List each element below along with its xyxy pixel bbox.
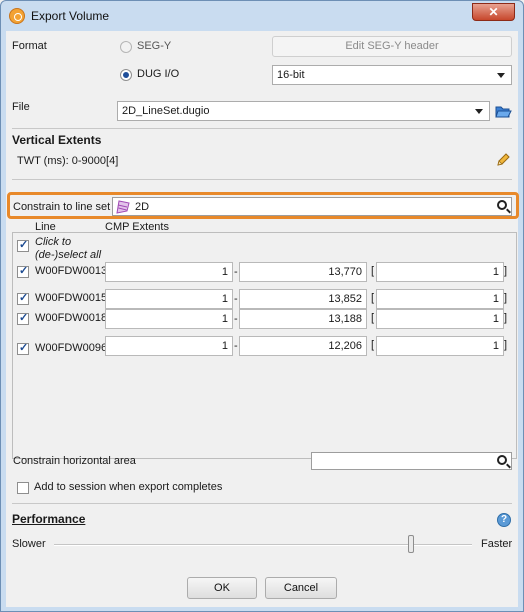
range-dash: - — [234, 340, 238, 352]
format-label: Format — [12, 40, 47, 52]
line-name: W00FDW0096 — [35, 342, 108, 354]
bit-depth-select[interactable]: 16-bit — [272, 65, 512, 85]
close-button[interactable]: ✕ — [472, 3, 515, 21]
horizontal-area-input[interactable] — [311, 452, 512, 470]
cmp-step-input[interactable]: 1 — [376, 289, 504, 309]
line-checkbox[interactable] — [17, 264, 29, 278]
export-volume-window: Export Volume ✕ Format SEG-Y Edit SEG-Y … — [0, 0, 524, 612]
cmp-to-input[interactable]: 13,770 — [239, 262, 367, 282]
step-close-bracket: ] — [504, 312, 508, 324]
pencil-icon[interactable] — [495, 152, 511, 168]
separator — [12, 128, 512, 129]
dialog-body: Format SEG-Y Edit SEG-Y header DUG I/O 1… — [6, 31, 519, 607]
col-header-line: Line — [35, 221, 56, 233]
select-all-checkbox[interactable] — [17, 238, 29, 252]
cmp-to-input[interactable]: 12,206 — [239, 336, 367, 356]
cmp-step-input[interactable]: 1 — [376, 262, 504, 282]
title-bar[interactable]: Export Volume ✕ — [1, 1, 523, 31]
folder-open-icon[interactable] — [494, 102, 512, 120]
line-checkbox[interactable] — [17, 311, 29, 325]
range-dash: - — [234, 293, 238, 305]
separator — [12, 179, 512, 180]
line-name: W00FDW0018 — [35, 312, 108, 324]
help-icon[interactable]: ? — [497, 513, 511, 527]
dugio-radio-label: DUG I/O — [137, 68, 180, 80]
faster-label: Faster — [481, 538, 513, 550]
file-label: File — [12, 101, 30, 113]
performance-title: Performance — [12, 512, 86, 526]
add-to-session-label: Add to session when export completes — [34, 481, 223, 493]
col-header-cmp-extents: CMP Extents — [105, 221, 169, 233]
line-name: W00FDW0013 — [35, 265, 108, 277]
window-title: Export Volume — [31, 9, 110, 23]
step-open-bracket: [ — [371, 265, 375, 277]
dropdown-arrow-icon — [497, 73, 505, 78]
twt-range-text: TWT (ms): 0-9000[4] — [17, 155, 119, 167]
bit-depth-value: 16-bit — [277, 69, 305, 81]
cmp-step-input[interactable]: 1 — [376, 309, 504, 329]
search-icon[interactable] — [497, 200, 507, 210]
range-dash: - — [234, 313, 238, 325]
constrain-horizontal-area-label: Constrain horizontal area — [13, 455, 136, 467]
search-icon[interactable] — [497, 455, 507, 465]
step-open-bracket: [ — [371, 339, 375, 351]
cmp-step-input[interactable]: 1 — [376, 336, 504, 356]
file-value: 2D_LineSet.dugio — [122, 105, 210, 117]
performance-slider-thumb[interactable] — [408, 535, 414, 553]
step-close-bracket: ] — [504, 339, 508, 351]
dropdown-arrow-icon — [475, 109, 483, 114]
dugio-radio[interactable] — [120, 69, 132, 81]
cmp-from-input[interactable]: 1 — [105, 309, 233, 329]
line-set-search-input[interactable]: 2D — [112, 197, 512, 216]
select-all-label[interactable]: Click to (de-)select all — [35, 236, 107, 262]
edit-segy-header-button[interactable]: Edit SEG-Y header — [272, 36, 512, 57]
step-close-bracket: ] — [504, 292, 508, 304]
cmp-from-input[interactable]: 1 — [105, 262, 233, 282]
cmp-to-input[interactable]: 13,188 — [239, 309, 367, 329]
add-to-session-checkbox[interactable] — [17, 482, 29, 494]
cmp-from-input[interactable]: 1 — [105, 289, 233, 309]
ok-button[interactable]: OK — [187, 577, 257, 599]
cmp-to-input[interactable]: 13,852 — [239, 289, 367, 309]
separator — [12, 503, 512, 504]
segy-radio-label: SEG-Y — [137, 40, 172, 52]
file-select[interactable]: 2D_LineSet.dugio — [117, 101, 490, 121]
line-checkbox[interactable] — [17, 291, 29, 305]
segy-radio[interactable] — [120, 41, 132, 53]
line-set-icon — [116, 200, 130, 214]
range-dash: - — [234, 266, 238, 278]
step-open-bracket: [ — [371, 292, 375, 304]
step-close-bracket: ] — [504, 265, 508, 277]
app-icon — [9, 8, 25, 24]
cmp-from-input[interactable]: 1 — [105, 336, 233, 356]
constrain-line-set-label: Constrain to line set — [13, 201, 111, 213]
slower-label: Slower — [12, 538, 46, 550]
line-name: W00FDW0015 — [35, 292, 108, 304]
line-set-value: 2D — [135, 201, 150, 213]
line-checkbox[interactable] — [17, 341, 29, 355]
step-open-bracket: [ — [371, 312, 375, 324]
cancel-button[interactable]: Cancel — [265, 577, 337, 599]
vertical-extents-title: Vertical Extents — [12, 133, 102, 147]
